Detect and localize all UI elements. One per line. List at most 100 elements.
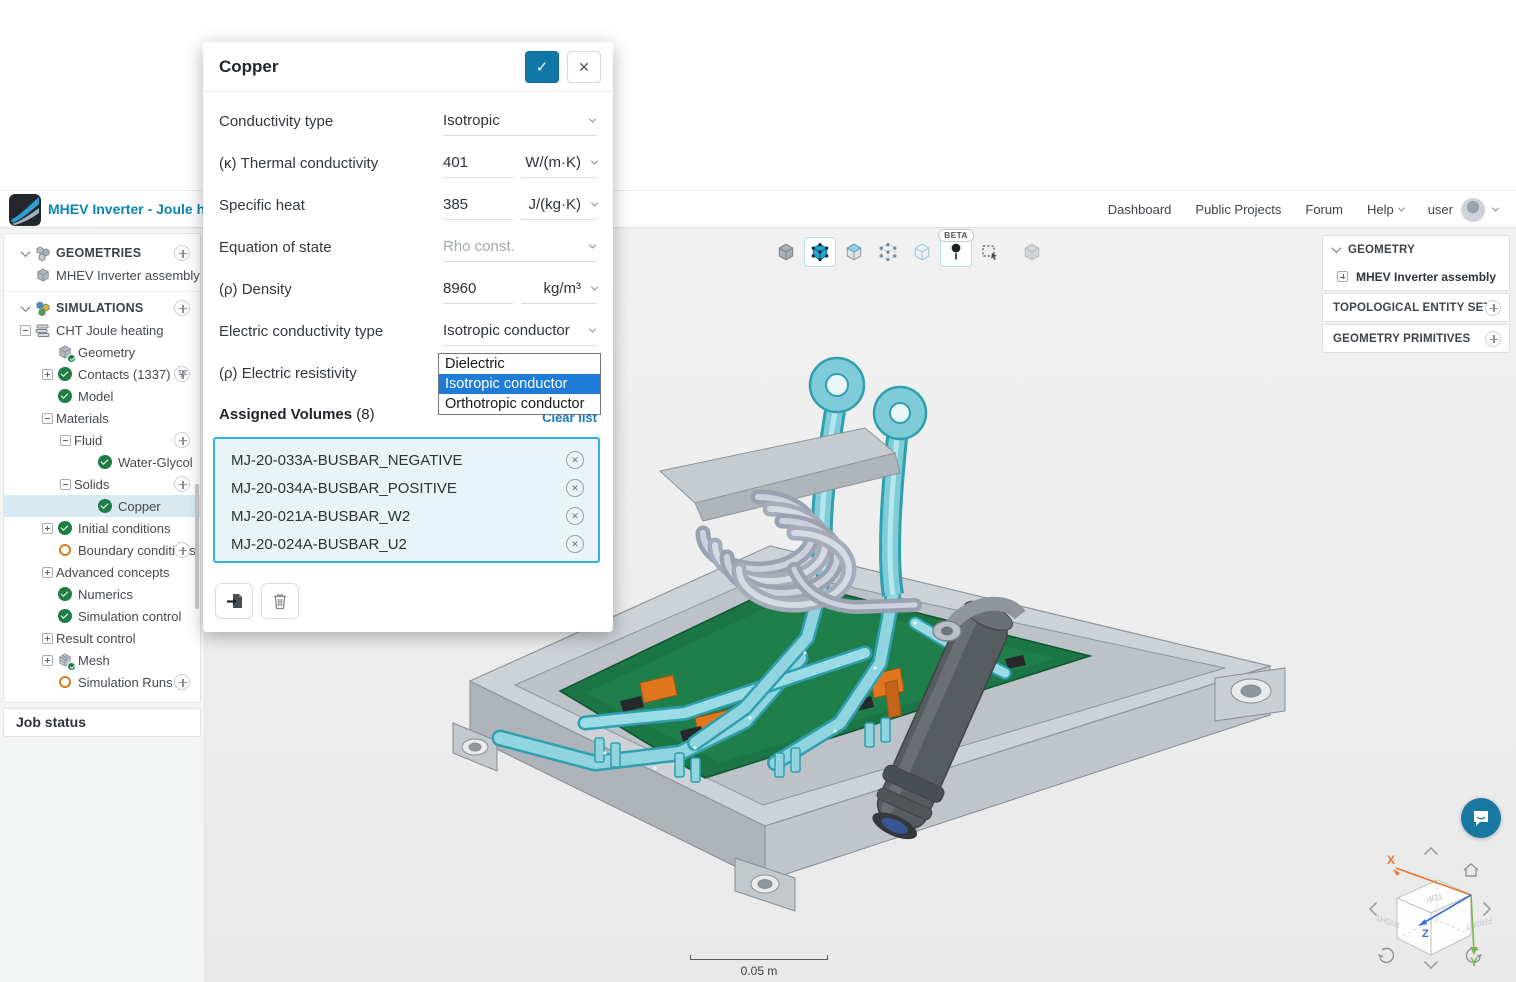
dropdown-option-dielectric[interactable]: Dielectric [439, 354, 600, 374]
rotate-left-chevron[interactable] [1370, 903, 1376, 915]
equation-of-state-select[interactable]: Rho const. [443, 232, 597, 262]
import-assignment-button[interactable] [215, 583, 253, 619]
electric-conductivity-type-select[interactable]: Isotropic conductor [443, 316, 597, 346]
remove-volume-button[interactable]: ✕ [566, 451, 584, 469]
volume-list-item[interactable]: MJ-20-021A-BUSBAR_W2 ✕ [231, 502, 598, 530]
probe-point-button[interactable]: BETA [940, 237, 972, 267]
add-solid-material-button[interactable] [174, 476, 190, 492]
chevron-down-icon[interactable] [20, 247, 30, 257]
density-unit-select[interactable]: kg/m³ [521, 274, 597, 304]
user-menu[interactable]: user [1428, 198, 1498, 222]
dropdown-option-isotropic-conductor[interactable]: Isotropic conductor [439, 374, 600, 394]
dropdown-option-orthotropic-conductor[interactable]: Orthotropic conductor [439, 394, 600, 414]
tree-item-simulation-control[interactable]: Simulation control [4, 605, 200, 627]
tree-item-solids[interactable]: Solids [4, 473, 200, 495]
solid-view-button[interactable] [770, 237, 802, 267]
tree-item-result-control[interactable]: Result control [4, 627, 200, 649]
tree-item-fluid[interactable]: Fluid [4, 429, 200, 451]
volume-list-item[interactable]: MJ-20-024A-BUSBAR_U2 ✕ [231, 530, 598, 558]
geometry-section-header[interactable]: GEOMETRY [1323, 236, 1509, 263]
home-view-icon[interactable] [1464, 864, 1478, 876]
expand-toggle[interactable] [42, 567, 53, 578]
app-window: MHEV Inverter - Joule heating Dashboard … [0, 0, 1516, 982]
tree-item-boundary-conditions[interactable]: Boundary conditions [4, 539, 200, 561]
topological-entity-sets-header[interactable]: TOPOLOGICAL ENTITY SETS [1323, 294, 1509, 321]
tree-item-simulation-runs[interactable]: Simulation Runs [4, 671, 200, 693]
expand-toggle[interactable] [42, 523, 53, 534]
app-logo-icon[interactable] [9, 194, 41, 226]
filter-button[interactable] [174, 366, 190, 382]
rotate-down-chevron[interactable] [1425, 962, 1437, 968]
nav-help-menu[interactable]: Help [1367, 202, 1404, 217]
apply-button[interactable]: ✓ [525, 51, 559, 83]
collapse-toggle[interactable] [60, 479, 71, 490]
thermal-conductivity-unit-select[interactable]: W/(m·K) [521, 148, 597, 178]
close-button[interactable]: ✕ [567, 51, 601, 83]
tree-item-water-glycol[interactable]: Water-Glycol [4, 451, 200, 473]
select-vertex-button[interactable] [872, 237, 904, 267]
tree-item-cht-joule-heating[interactable]: CHT Joule heating [4, 319, 200, 341]
chevron-down-icon[interactable] [20, 302, 30, 312]
rotate-ccw-icon[interactable] [1378, 948, 1393, 962]
nav-forum-link[interactable]: Forum [1305, 202, 1343, 217]
tree-item-initial-conditions[interactable]: Initial conditions [4, 517, 200, 539]
tree-item-simulations[interactable]: SIMULATIONS [4, 297, 200, 319]
add-entity-set-button[interactable] [1485, 300, 1501, 316]
remove-volume-button[interactable]: ✕ [566, 479, 584, 497]
tree-item-geometries[interactable]: GEOMETRIES [4, 242, 200, 264]
tree-item-materials[interactable]: Materials [4, 407, 200, 429]
geometry-primitives-header[interactable]: GEOMETRY PRIMITIVES [1323, 325, 1509, 352]
orientation-cube[interactable]: TOP RIGHT FRONT X Y Z [1364, 842, 1496, 974]
select-face-button[interactable] [838, 237, 870, 267]
tree-scrollbar[interactable] [195, 484, 199, 609]
remove-volume-button[interactable]: ✕ [566, 507, 584, 525]
expand-toggle[interactable] [42, 369, 53, 380]
trash-icon [272, 592, 288, 610]
delete-button[interactable] [261, 583, 299, 619]
add-boundary-condition-button[interactable] [174, 542, 190, 558]
remove-volume-button[interactable]: ✕ [566, 535, 584, 553]
collapse-toggle[interactable] [60, 435, 71, 446]
geometries-icon [34, 245, 51, 261]
tree-item-mesh[interactable]: Mesh [4, 649, 200, 671]
select-volume-button[interactable] [804, 237, 836, 267]
specific-heat-unit-select[interactable]: J/(kg·K) [521, 190, 597, 220]
conductivity-type-select[interactable]: Isotropic [443, 106, 597, 136]
specific-heat-input[interactable]: 385 [443, 190, 513, 220]
volume-list-item[interactable]: MJ-20-033A-BUSBAR_NEGATIVE ✕ [231, 446, 598, 474]
tree-item-advanced-concepts[interactable]: Advanced concepts [4, 561, 200, 583]
tree-item-contacts[interactable]: Contacts (1337) [4, 363, 200, 385]
nav-public-projects-link[interactable]: Public Projects [1195, 202, 1281, 217]
collapse-toggle[interactable] [42, 413, 53, 424]
isolate-view-button[interactable] [1016, 237, 1048, 267]
support-chat-button[interactable] [1461, 798, 1501, 838]
nav-dashboard-link[interactable]: Dashboard [1108, 202, 1172, 217]
wireframe-view-button[interactable] [906, 237, 938, 267]
cube-face-right-label[interactable]: RIGHT [1376, 912, 1400, 930]
tree-item-model[interactable]: Model [4, 385, 200, 407]
thermal-conductivity-input[interactable]: 401 [443, 148, 513, 178]
collapse-toggle[interactable] [20, 325, 31, 336]
add-primitive-button[interactable] [1485, 331, 1501, 347]
job-status-panel[interactable]: Job status [3, 708, 201, 737]
rotate-right-chevron[interactable] [1484, 903, 1490, 915]
start-simulation-run-button[interactable] [174, 674, 190, 690]
add-fluid-material-button[interactable] [174, 432, 190, 448]
volume-list-item[interactable]: MJ-20-034A-BUSBAR_POSITIVE ✕ [231, 474, 598, 502]
expand-toggle[interactable] [1337, 271, 1348, 282]
box-select-button[interactable] [974, 237, 1006, 267]
tree-item-geometry[interactable]: Geometry [4, 341, 200, 363]
pin-icon [949, 243, 963, 261]
expand-toggle[interactable] [42, 655, 53, 666]
tree-item-mhev-inverter-assembly[interactable]: MHEV Inverter assembly [4, 264, 200, 286]
assigned-volumes-list[interactable]: MJ-20-033A-BUSBAR_NEGATIVE ✕ MJ-20-034A-… [213, 437, 600, 563]
chevron-down-icon [1398, 205, 1405, 212]
tree-item-numerics[interactable]: Numerics [4, 583, 200, 605]
assembly-tree-item[interactable]: MHEV Inverter assembly [1323, 263, 1509, 290]
expand-toggle[interactable] [42, 633, 53, 644]
add-simulation-button[interactable] [174, 300, 190, 316]
add-geometry-button[interactable] [174, 245, 190, 261]
density-input[interactable]: 8960 [443, 274, 513, 304]
tree-item-copper[interactable]: Copper [4, 495, 200, 517]
rotate-up-chevron[interactable] [1425, 848, 1437, 854]
